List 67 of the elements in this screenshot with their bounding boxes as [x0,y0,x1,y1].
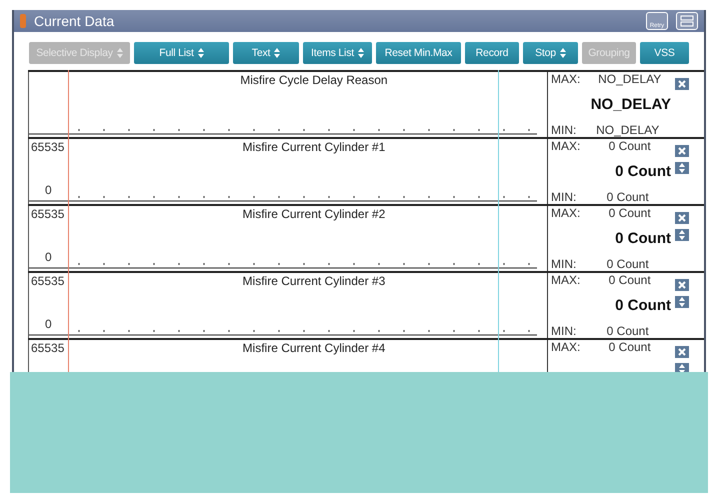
graph-title: Misfire Cycle Delay Reason [240,73,388,87]
graph-title: Misfire Current Cylinder #2 [242,207,386,221]
move-button[interactable] [674,295,690,309]
min-value: 0 Count [606,190,650,204]
plug-icon [20,14,26,28]
move-button[interactable] [674,161,690,175]
close-button[interactable] [674,211,690,225]
close-icon [678,281,686,289]
layout-icon [680,15,694,27]
close-icon [678,348,686,356]
up-down-arrow-icon [679,364,685,374]
close-button[interactable] [674,77,690,91]
close-button[interactable] [674,144,690,158]
max-label: MAX: [551,340,580,354]
min-value: NO_DELAY [595,123,660,137]
min-value: 0 Count [606,257,650,271]
max-label: MAX: [551,72,580,86]
close-button[interactable] [674,278,690,292]
spinner-icon [560,48,566,58]
min-label: MIN: [551,123,576,137]
spinner-icon [358,48,364,58]
current-value: 0 Count [614,230,671,247]
min-label: MIN: [551,190,576,204]
current-value: NO_DELAY [590,96,671,113]
toolbar-button[interactable]: Text [233,42,299,64]
min-label: MIN: [551,257,576,271]
axis-max-label: 65535 [31,140,64,154]
close-icon [678,147,686,155]
close-icon [678,80,686,88]
min-value: 0 Count [606,324,650,338]
max-label: MAX: [551,139,580,153]
spinner-icon [116,48,123,58]
max-label: MAX: [551,206,580,220]
up-down-arrow-icon [679,230,685,240]
axis-max-label: 65535 [31,207,64,221]
up-down-arrow-icon [679,297,685,307]
close-icon [678,214,686,222]
max-value: 0 Count [608,139,652,153]
up-down-arrow-icon [679,163,685,173]
axis-min-label: 0 [45,183,52,197]
current-value: 0 Count [614,297,671,314]
move-button[interactable] [674,228,690,242]
toolbar-button[interactable]: Full List [134,42,229,64]
toolbar-button[interactable]: Items List [303,42,372,64]
window-title: Current Data [34,13,116,29]
layout-button[interactable] [676,12,698,30]
spinner-icon [274,48,280,58]
graph-title: Misfire Current Cylinder #3 [242,274,386,288]
axis-max-label: 65535 [31,274,64,288]
spinner-icon [198,48,204,58]
toolbar-button[interactable]: VSS [640,42,689,64]
graph-title: Misfire Current Cylinder #4 [242,341,386,355]
toolbar-button[interactable]: Record [465,42,519,64]
axis-max-label: 65535 [31,341,64,355]
toolbar-button[interactable]: Reset Min.Max [376,42,461,64]
current-value: 0 Count [614,163,671,180]
graph-title: Misfire Current Cylinder #1 [242,140,386,154]
toolbar-button[interactable]: Stop [523,42,578,64]
min-label: MIN: [551,324,576,338]
max-value: NO_DELAY [597,72,662,86]
close-button[interactable] [674,345,690,359]
max-value: 0 Count [608,273,652,287]
max-label: MAX: [551,273,580,287]
axis-min-label: 0 [45,250,52,264]
max-value: 0 Count [608,206,652,220]
max-value: 0 Count [608,340,652,354]
axis-min-label: 0 [45,317,52,331]
